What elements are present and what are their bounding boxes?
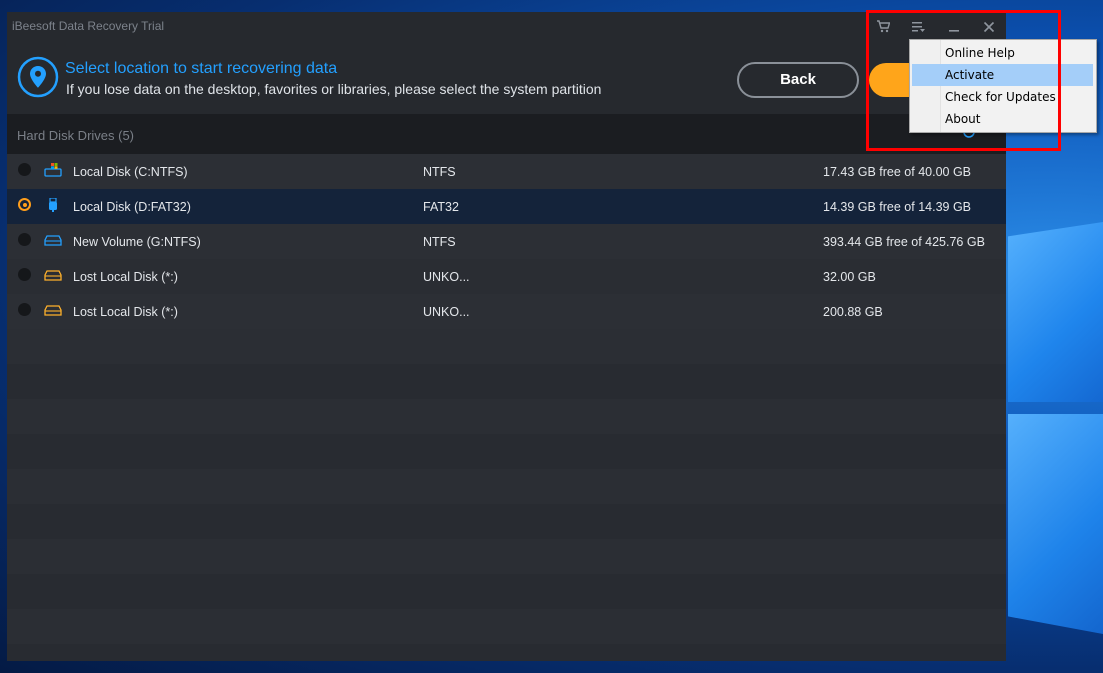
app-window: iBeesoft Data Recovery Trial Select loca… bbox=[7, 12, 1006, 661]
drive-filesystem: UNKO... bbox=[423, 270, 470, 284]
lost-drive-icon bbox=[44, 270, 62, 281]
menu-item-label: Check for Updates bbox=[945, 90, 1056, 104]
menu-item-label: About bbox=[945, 112, 981, 126]
menu-item-label: Activate bbox=[945, 68, 995, 82]
drive-row[interactable]: New Volume (G:NTFS) NTFS 393.44 GB free … bbox=[7, 224, 1006, 260]
app-title: iBeesoft Data Recovery Trial bbox=[12, 19, 165, 33]
drive-row[interactable]: Lost Local Disk (*:) UNKO... 32.00 GB bbox=[7, 259, 1006, 295]
drive-name: Lost Local Disk (*:) bbox=[73, 270, 178, 284]
drive-size: 32.00 GB bbox=[823, 270, 876, 284]
drive-radio[interactable] bbox=[18, 163, 31, 176]
empty-row bbox=[7, 574, 1006, 610]
drive-filesystem: NTFS bbox=[423, 235, 456, 249]
usb-drive-icon bbox=[49, 198, 57, 212]
empty-row bbox=[7, 329, 1006, 365]
drive-size: 14.39 GB free of 14.39 GB bbox=[823, 200, 972, 214]
cart-icon[interactable] bbox=[870, 16, 896, 40]
minimize-icon[interactable] bbox=[941, 16, 967, 40]
drive-filesystem: UNKO... bbox=[423, 305, 470, 319]
drive-name: Local Disk (C:NTFS) bbox=[73, 165, 188, 179]
settings-dropdown-menu: Online Help Activate Check for Updates A… bbox=[909, 39, 1097, 133]
drive-radio[interactable] bbox=[18, 303, 31, 316]
drive-row[interactable]: Lost Local Disk (*:) UNKO... 200.88 GB bbox=[7, 294, 1006, 330]
windows-drive-icon bbox=[44, 163, 62, 177]
drive-name: New Volume (G:NTFS) bbox=[73, 235, 201, 249]
drive-size: 17.43 GB free of 40.00 GB bbox=[823, 165, 972, 179]
drive-row[interactable]: Local Disk (C:NTFS) NTFS 17.43 GB free o… bbox=[7, 154, 1006, 190]
empty-row bbox=[7, 539, 1006, 575]
menu-item-activate[interactable]: Activate bbox=[912, 64, 1093, 86]
empty-row bbox=[7, 644, 1006, 661]
drive-filesystem: NTFS bbox=[423, 165, 456, 179]
location-pin-icon bbox=[17, 56, 59, 98]
empty-row bbox=[7, 434, 1006, 470]
empty-row bbox=[7, 609, 1006, 645]
drive-list: Local Disk (C:NTFS) NTFS 17.43 GB free o… bbox=[7, 154, 1006, 661]
section-title: Hard Disk Drives (5) bbox=[17, 128, 135, 143]
empty-row bbox=[7, 399, 1006, 435]
menu-item-label: Online Help bbox=[945, 46, 1015, 60]
empty-row bbox=[7, 364, 1006, 400]
section-header: Hard Disk Drives (5) bbox=[7, 114, 1006, 154]
drive-row[interactable]: Local Disk (D:FAT32) FAT32 14.39 GB free… bbox=[7, 189, 1006, 225]
page-subtitle: If you lose data on the desktop, favorit… bbox=[66, 81, 602, 97]
title-bar[interactable]: iBeesoft Data Recovery Trial bbox=[7, 12, 1006, 42]
header: Select location to start recovering data… bbox=[7, 42, 1006, 114]
empty-row bbox=[7, 469, 1006, 505]
hard-drive-icon bbox=[44, 235, 62, 246]
page-title: Select location to start recovering data bbox=[65, 60, 338, 77]
menu-item-online-help[interactable]: Online Help bbox=[912, 42, 1093, 64]
windows-logo-pane bbox=[1008, 414, 1103, 634]
menu-icon[interactable] bbox=[905, 16, 931, 40]
empty-row bbox=[7, 504, 1006, 540]
drive-size: 200.88 GB bbox=[823, 305, 883, 319]
drive-radio[interactable] bbox=[18, 198, 31, 211]
close-icon[interactable] bbox=[976, 16, 1002, 40]
drive-filesystem: FAT32 bbox=[423, 200, 459, 214]
drive-radio[interactable] bbox=[18, 233, 31, 246]
back-button[interactable]: Back bbox=[737, 62, 859, 98]
menu-item-check-for-updates[interactable]: Check for Updates bbox=[912, 86, 1093, 108]
drive-size: 393.44 GB free of 425.76 GB bbox=[823, 235, 985, 249]
lost-drive-icon bbox=[44, 305, 62, 316]
menu-item-about[interactable]: About bbox=[912, 108, 1093, 130]
drive-name: Lost Local Disk (*:) bbox=[73, 305, 178, 319]
windows-logo-pane bbox=[1008, 222, 1103, 402]
drive-name: Local Disk (D:FAT32) bbox=[73, 200, 191, 214]
drive-radio[interactable] bbox=[18, 268, 31, 281]
